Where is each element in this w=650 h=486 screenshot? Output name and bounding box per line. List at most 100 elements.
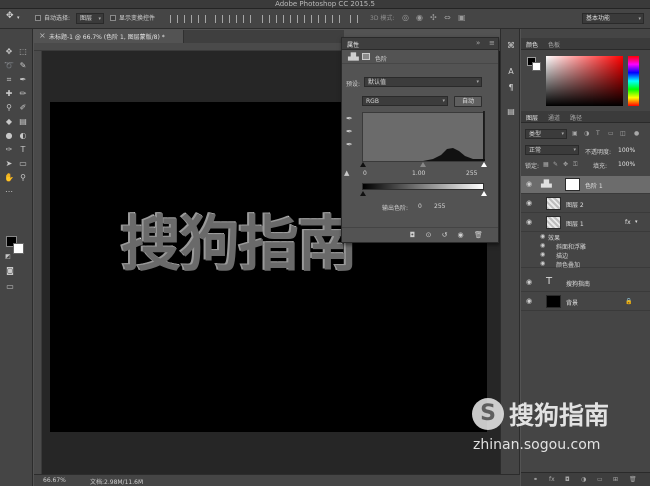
clone-stamp-tool-icon[interactable]: ⚲ (3, 102, 15, 113)
gradient-tool-icon[interactable]: ▤ (17, 116, 29, 127)
status-menu-chevron-icon[interactable]: › (140, 477, 142, 484)
3d-scale-icon[interactable]: ▣ (458, 12, 466, 23)
lasso-tool-icon[interactable]: ➰ (3, 60, 15, 71)
align-horizontal-center-icon[interactable] (229, 15, 237, 23)
lock-transparent-icon[interactable]: ▦ (543, 161, 549, 168)
align-left-icon[interactable] (215, 15, 223, 23)
blur-tool-icon[interactable]: ● (3, 130, 15, 141)
add-style-icon[interactable]: fx (549, 476, 555, 483)
default-colors-icon[interactable]: ◩ (2, 251, 14, 262)
lock-all-icon[interactable]: ⚿ (573, 161, 578, 169)
quick-select-tool-icon[interactable]: ✎ (17, 60, 29, 71)
zoom-tool-icon[interactable]: ⚲ (17, 172, 29, 183)
close-icon[interactable]: × (39, 31, 46, 40)
align-top-icon[interactable] (170, 15, 178, 23)
layer-row[interactable]: ◉ 图层 2 (521, 195, 650, 213)
auto-align-icon[interactable] (350, 15, 358, 23)
tab-color[interactable]: 颜色 (526, 40, 538, 49)
layer-row[interactable]: ◉ T 搜狗指南 (521, 274, 650, 292)
layer-name[interactable]: 色阶 1 (585, 181, 603, 190)
collapse-panel-icon[interactable]: » (476, 39, 480, 47)
layer-name[interactable]: 搜狗指南 (566, 279, 590, 288)
align-vertical-center-icon[interactable] (184, 15, 192, 23)
lock-position-icon[interactable]: ✥ (563, 161, 568, 168)
effect-row[interactable]: ◉ 斜面和浮雕 (521, 241, 650, 251)
3d-pan-icon[interactable]: ✣ (430, 12, 437, 23)
input-gamma-value[interactable]: 1.00 (412, 170, 425, 177)
toggle-visibility-icon[interactable]: ◉ (456, 231, 465, 239)
eraser-tool-icon[interactable]: ◆ (3, 116, 15, 127)
clipping-warning-icon[interactable]: ▲ (344, 169, 353, 178)
link-layers-icon[interactable]: ⚭ (533, 476, 538, 483)
type-tool-icon[interactable]: T (17, 144, 29, 155)
quick-mask-icon[interactable]: ◙ (4, 265, 16, 276)
layer-name[interactable]: 图层 1 (566, 219, 584, 228)
tab-swatches[interactable]: 色板 (548, 40, 560, 49)
path-select-tool-icon[interactable]: ➤ (3, 158, 15, 169)
color-panel-background-swatch[interactable] (532, 62, 541, 71)
input-white-value[interactable]: 255 (466, 170, 477, 177)
layer-name[interactable]: 图层 2 (566, 200, 584, 209)
auto-select-checkbox[interactable] (35, 15, 41, 21)
healing-tool-icon[interactable]: ✚ (3, 88, 15, 99)
eye-icon[interactable]: ◉ (526, 297, 532, 305)
auto-select-target-dropdown[interactable]: 图层 ▾ (76, 13, 104, 24)
eye-icon[interactable]: ◉ (540, 233, 545, 240)
add-mask-icon[interactable]: ◘ (565, 476, 570, 483)
distribute-hcenter-icon[interactable] (318, 15, 326, 23)
document-tab[interactable]: × 未标题-1 @ 66.7% (色阶 1, 图层蒙版/8) * (34, 30, 184, 43)
channel-dropdown[interactable]: RGB ▾ (362, 96, 448, 106)
properties-panel-icon[interactable]: ▤ (506, 107, 516, 117)
layer-row[interactable]: ◉ ▟▙ 色阶 1 (521, 176, 650, 194)
tab-channels[interactable]: 通道 (548, 113, 560, 122)
white-point-eyedropper-icon[interactable]: ✒ (346, 140, 355, 149)
black-point-eyedropper-icon[interactable]: ✒ (346, 114, 355, 123)
distribute-bottom-icon[interactable] (290, 15, 298, 23)
distribute-right-icon[interactable] (332, 15, 340, 23)
clip-to-layer-icon[interactable]: ◘ (408, 231, 417, 239)
preset-dropdown[interactable]: 默认值 ▾ (364, 77, 482, 87)
crop-tool-icon[interactable]: ⌗ (3, 74, 15, 85)
trash-icon[interactable]: 🗑 (474, 231, 483, 239)
eye-icon[interactable]: ◉ (526, 218, 532, 226)
eye-icon[interactable]: ◉ (540, 251, 545, 258)
auto-button[interactable]: 自动 (454, 96, 482, 107)
eyedropper-tool-icon[interactable]: ✒ (17, 74, 29, 85)
output-black-value[interactable]: 0 (418, 203, 422, 210)
effect-row[interactable]: ◉ 颜色叠加 (521, 259, 650, 269)
brush-tool-icon[interactable]: ✏ (17, 88, 29, 99)
more-tools-icon[interactable]: ⋯ (3, 186, 15, 197)
filter-shape-icon[interactable]: ▭ (608, 130, 614, 137)
eye-icon[interactable]: ◉ (526, 199, 532, 207)
filter-smart-object-icon[interactable]: ◫ (620, 130, 626, 137)
trash-icon[interactable]: 🗑 (629, 476, 637, 483)
view-previous-icon[interactable]: ⊙ (424, 231, 433, 239)
hand-tool-icon[interactable]: ✋ (3, 172, 15, 183)
opacity-value[interactable]: 100% (618, 147, 635, 154)
zoom-level[interactable]: 66.67% (43, 477, 66, 484)
new-layer-icon[interactable]: ⊞ (613, 476, 618, 483)
marquee-tool-icon[interactable]: ⬚ (17, 46, 29, 57)
effects-row[interactable]: ◉ 效果 (521, 232, 650, 242)
fill-value[interactable]: 100% (618, 161, 635, 168)
eye-icon[interactable]: ◉ (526, 278, 532, 286)
gray-point-eyedropper-icon[interactable]: ✒ (346, 127, 355, 136)
filter-type-icon[interactable]: T (596, 130, 600, 137)
dodge-tool-icon[interactable]: ◐ (17, 130, 29, 141)
tab-layers[interactable]: 图层 (526, 113, 538, 122)
workspace-dropdown[interactable]: 基本功能 ▾ (582, 13, 644, 24)
layer-mask-icon[interactable] (362, 53, 370, 60)
align-right-icon[interactable] (243, 15, 251, 23)
lock-pixels-icon[interactable]: ✎ (553, 161, 558, 168)
hue-slider[interactable] (628, 56, 639, 106)
distribute-top-icon[interactable] (262, 15, 270, 23)
eye-icon[interactable]: ◉ (540, 260, 545, 267)
reset-icon[interactable]: ↺ (440, 231, 449, 239)
3d-orbit-icon[interactable]: ◎ (402, 12, 409, 23)
history-brush-tool-icon[interactable]: ✐ (17, 102, 29, 113)
3d-roll-icon[interactable]: ◉ (416, 12, 423, 23)
history-panel-icon[interactable]: ⌘ (506, 41, 516, 51)
output-white-value[interactable]: 255 (434, 203, 445, 210)
new-group-icon[interactable]: ▭ (597, 476, 603, 483)
filter-adjustment-icon[interactable]: ◑ (584, 130, 589, 137)
